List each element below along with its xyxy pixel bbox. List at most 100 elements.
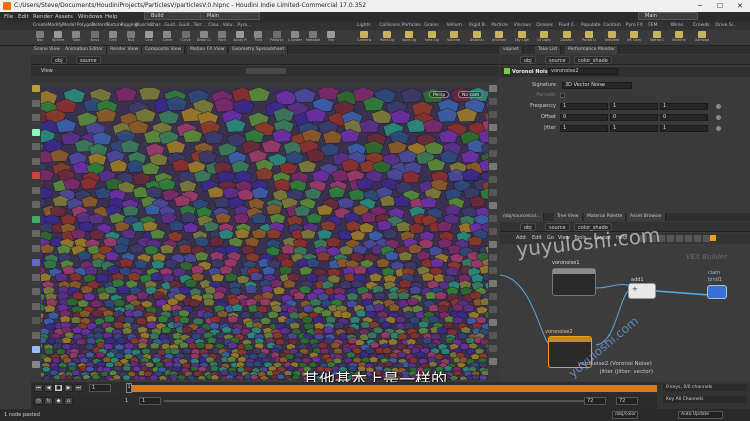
display-option-icon[interactable]	[489, 332, 497, 339]
shelf-tool[interactable]: Environment Light	[492, 31, 506, 45]
shelf-tab[interactable]: Oceans	[536, 22, 553, 30]
display-option-icon[interactable]	[489, 176, 497, 183]
shelf-tool[interactable]: Grid	[106, 31, 120, 45]
viewport-tool-icon[interactable]	[32, 157, 40, 165]
range-end-field[interactable]: 72	[584, 397, 606, 405]
playhead[interactable]: 1	[126, 383, 132, 393]
shelf-tab[interactable]: Fluid C..	[559, 22, 577, 30]
shelf-tool[interactable]: File	[324, 31, 338, 45]
shelf-tool[interactable]: Curve	[179, 31, 193, 45]
shelf-tool[interactable]: L-System	[288, 31, 302, 45]
net-path-obj[interactable]: obj	[520, 223, 536, 231]
shelf-tool[interactable]: VR Camera	[627, 31, 641, 45]
menu-windows[interactable]: Windows	[78, 12, 103, 22]
shelf-tab[interactable]: Grains	[424, 22, 439, 30]
timeline[interactable]: ⏮ ◀ ■ ▶ ⏭ 1 1	[31, 382, 657, 394]
display-option-icon[interactable]	[489, 189, 497, 196]
shelf-tool[interactable]: Portal Light	[582, 31, 596, 45]
periodic-checkbox[interactable]	[560, 93, 565, 98]
shelf-tool[interactable]: Sphere	[51, 31, 65, 45]
shelf-tab[interactable]: Particles	[402, 22, 421, 30]
shelf-tool[interactable]: Volume Light	[447, 31, 461, 45]
viewport-tool-icon[interactable]	[32, 172, 40, 179]
display-option-icon[interactable]	[489, 228, 497, 235]
viewport-tool-icon[interactable]	[32, 99, 40, 107]
tab-network-path[interactable]: /obj/source/col...	[500, 213, 545, 221]
viewport-tool-icon[interactable]	[32, 230, 40, 237]
frequency-x[interactable]: 1	[560, 103, 608, 110]
obj-link-field[interactable]: /obj/color	[612, 411, 638, 419]
shelf-tool[interactable]: GI Light	[537, 31, 551, 45]
shelf-tab[interactable]: Wires	[671, 22, 683, 30]
shelf-tab[interactable]: Modify	[48, 22, 63, 30]
shelf-tab[interactable]: Pyro...	[237, 22, 251, 30]
display-option-icon[interactable]	[489, 267, 497, 274]
shelf-tool[interactable]: Tube	[69, 31, 83, 45]
shelf-tool[interactable]: Sky Light	[515, 31, 529, 45]
display-option-icon[interactable]	[489, 345, 497, 352]
timeline-bar[interactable]	[126, 385, 657, 392]
display-option-icon[interactable]	[489, 306, 497, 313]
display-option-icon[interactable]	[489, 111, 497, 118]
persp-menu[interactable]: Persp	[429, 91, 450, 98]
tab-material-palette[interactable]: Material Palette	[584, 213, 627, 221]
param-path-color-shade[interactable]: color_shade	[574, 56, 612, 64]
camera-menu[interactable]: No cam	[458, 91, 484, 98]
offset-gear-icon[interactable]	[716, 115, 721, 120]
shelf-tool[interactable]: Caustic Light	[560, 31, 574, 45]
shelf-tool[interactable]: Null	[124, 31, 138, 45]
display-option-icon[interactable]	[489, 280, 497, 287]
shelf-tab[interactable]: Drive Si..	[715, 22, 735, 30]
signature-dropdown[interactable]: 3D Vector Noise	[562, 82, 632, 89]
shelf-tab[interactable]: Contain	[603, 22, 620, 30]
go-end-button[interactable]: ⏭	[74, 384, 83, 392]
shelf-tab[interactable]: Volu...	[223, 22, 237, 30]
shelf-tab[interactable]: Model	[62, 22, 76, 30]
tab-tree-view[interactable]: Tree View	[554, 213, 583, 221]
param-path-obj[interactable]: obj	[520, 56, 536, 64]
viewport-tool-icon[interactable]	[32, 302, 40, 310]
display-option-icon[interactable]	[489, 150, 497, 157]
display-option-icon[interactable]	[489, 241, 497, 248]
shelf-tool[interactable]: Spray Paint	[233, 31, 247, 45]
range-end-field-2[interactable]: 72	[616, 397, 638, 405]
shelf-tool[interactable]: Distant Light	[470, 31, 484, 45]
shelf-tool[interactable]: Ambient Light	[605, 31, 619, 45]
display-option-icon[interactable]	[489, 319, 497, 326]
close-button[interactable]: ✕	[730, 0, 750, 12]
tab-animation-editor[interactable]: Animation Editor	[62, 46, 107, 54]
shelf-tab[interactable]: Rigid B..	[469, 22, 488, 30]
viewport[interactable]: Persp No cam	[41, 88, 488, 380]
shelf-tab[interactable]: Vellum	[447, 22, 462, 30]
viewport-tool-icon[interactable]	[32, 85, 40, 92]
jitter-gear-icon[interactable]	[716, 126, 721, 131]
shelf-tool[interactable]: Spot Light	[402, 31, 416, 45]
range-slider[interactable]	[164, 400, 584, 402]
auto-update-dropdown[interactable]: Auto Update	[678, 411, 723, 419]
shelf-tool[interactable]: Point Light	[380, 31, 394, 45]
viewport-tool-icon[interactable]	[32, 244, 40, 252]
viewport-tool-icon[interactable]	[32, 215, 40, 223]
shelf-tab[interactable]: Terr...	[194, 22, 206, 30]
net-path-source[interactable]: source	[545, 223, 570, 231]
display-option-icon[interactable]	[489, 137, 497, 144]
display-option-icon[interactable]	[489, 358, 497, 365]
tab-render-view[interactable]: Render View	[107, 46, 143, 54]
main-dropdown-right[interactable]: Main	[638, 12, 698, 20]
viewport-tool-icon[interactable]	[32, 201, 40, 208]
tab-geometry-spreadsheet[interactable]: Geometry Spreadsheet	[229, 46, 289, 54]
shelf-tool[interactable]: Draw Curve	[197, 31, 211, 45]
range-start-field[interactable]: 1	[139, 397, 161, 405]
tab-asset-browser[interactable]: Asset Browser	[627, 213, 666, 221]
display-option-icon[interactable]	[489, 202, 497, 209]
current-frame-field[interactable]: 1	[89, 384, 111, 392]
shelf-tool[interactable]: Torus	[88, 31, 102, 45]
menu-file[interactable]: File	[4, 12, 13, 22]
shelf-tool[interactable]: Box	[33, 31, 47, 45]
build-desktop-dropdown[interactable]: Build	[144, 12, 204, 20]
offset-x[interactable]: 0	[560, 114, 608, 121]
jitter-z[interactable]: 1	[660, 125, 708, 132]
shelf-tool[interactable]: Metaball	[306, 31, 320, 45]
viewport-tool-icon[interactable]	[32, 346, 40, 353]
display-option-icon[interactable]	[489, 254, 497, 261]
